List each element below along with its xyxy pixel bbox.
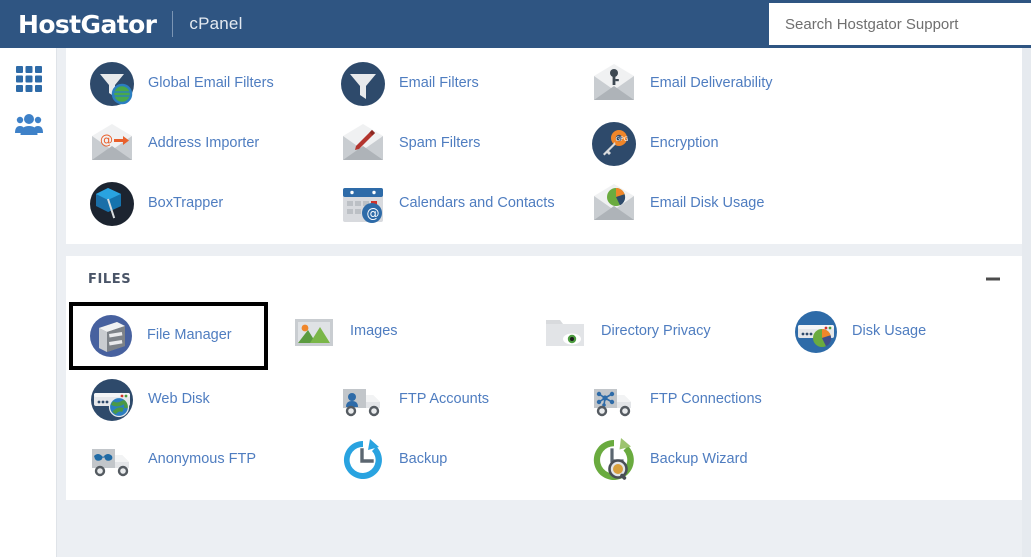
svg-text:@: @	[100, 133, 113, 148]
page-scrollbar-track[interactable]	[1022, 48, 1031, 557]
app-tile-label: Backup	[399, 451, 448, 468]
app-tile-label: Encryption	[650, 135, 719, 152]
email-disk-usage-icon	[590, 180, 638, 228]
app-tile-anonymous-ftp[interactable]: Anonymous FTP	[66, 430, 317, 490]
app-tile-label: Email Deliverability	[650, 75, 773, 92]
apps-grid-icon	[15, 65, 42, 97]
app-tile-label: Email Disk Usage	[650, 195, 765, 212]
file-manager-icon	[87, 312, 135, 360]
address-importer-icon: @	[88, 120, 136, 168]
app-tile-label: Backup Wizard	[650, 451, 748, 468]
ftp-accounts-icon	[339, 376, 387, 424]
sidebar-item-apps[interactable]	[0, 58, 57, 104]
app-tile-label: Images	[350, 323, 398, 340]
app-tile-email-deliverability[interactable]: Email Deliverability	[568, 54, 819, 114]
web-disk-icon	[88, 376, 136, 424]
app-tile-ftp-connections[interactable]: FTP Connections	[568, 370, 819, 430]
app-tile-label: Address Importer	[148, 135, 260, 152]
directory-privacy-icon	[541, 308, 589, 356]
app-tile-web-disk[interactable]: Web Disk	[66, 370, 317, 430]
app-tile-label: Spam Filters	[399, 135, 481, 152]
app-tile-spam-filters[interactable]: Spam Filters	[317, 114, 568, 174]
search-input[interactable]	[769, 3, 1031, 45]
section-card-files: FILES File Manager Images Directory Priv…	[66, 256, 1022, 500]
app-tile-email-filters[interactable]: Email Filters	[317, 54, 568, 114]
brand-subtitle: cPanel	[189, 14, 243, 33]
section-card-email: Global Email Filters Email Filters Email…	[66, 48, 1022, 244]
brand-divider	[172, 11, 174, 37]
global-email-filters-icon	[88, 60, 136, 108]
section-title: FILES	[88, 271, 132, 287]
app-tile-label: FTP Connections	[650, 391, 762, 408]
collapse-section-button[interactable]	[986, 277, 1000, 281]
app-tile-label: FTP Accounts	[399, 391, 489, 408]
app-tile-email-disk-usage[interactable]: Email Disk Usage	[568, 174, 819, 234]
app-tile-label: Global Email Filters	[148, 75, 274, 92]
calendars-contacts-icon: @	[339, 180, 387, 228]
boxtrapper-icon	[88, 180, 136, 228]
app-header: HostGator cPanel	[0, 0, 1031, 48]
email-deliverability-icon	[590, 60, 638, 108]
email-filters-icon	[339, 60, 387, 108]
images-icon	[290, 308, 338, 356]
backup-icon	[339, 436, 387, 484]
app-tile-label: BoxTrapper	[148, 195, 224, 212]
app-tile-backup[interactable]: Backup	[317, 430, 568, 490]
app-tile-label: Directory Privacy	[601, 323, 711, 340]
app-tile-label: Disk Usage	[852, 323, 927, 340]
app-tile-encryption[interactable]: GPG Encryption	[568, 114, 819, 174]
user-manager-icon	[14, 113, 43, 142]
app-tile-images[interactable]: Images	[268, 302, 519, 362]
icon-grid-files: File Manager Images Directory Privacy Di…	[66, 302, 1022, 500]
brand-area[interactable]: HostGator cPanel	[0, 10, 243, 39]
app-tile-address-importer[interactable]: @ Address Importer	[66, 114, 317, 174]
anonymous-ftp-icon	[88, 436, 136, 484]
app-tile-directory-privacy[interactable]: Directory Privacy	[519, 302, 770, 362]
svg-text:GPG: GPG	[616, 136, 629, 143]
app-tile-label: Email Filters	[399, 75, 479, 92]
sidebar-item-user-manager[interactable]	[0, 104, 57, 150]
app-tile-ftp-accounts[interactable]: FTP Accounts	[317, 370, 568, 430]
brand-logo: HostGator	[18, 9, 157, 39]
app-tile-global-email-filters[interactable]: Global Email Filters	[66, 54, 317, 114]
app-tile-backup-wizard[interactable]: Backup Wizard	[568, 430, 819, 490]
svg-text:@: @	[367, 207, 380, 222]
app-tile-calendars-and-contacts[interactable]: @ Calendars and Contacts	[317, 174, 568, 234]
app-tile-label: Web Disk	[148, 391, 210, 408]
app-tile-disk-usage[interactable]: Disk Usage	[770, 302, 1021, 362]
main-content: Global Email Filters Email Filters Email…	[57, 48, 1031, 557]
icon-grid-email: Global Email Filters Email Filters Email…	[66, 54, 1022, 244]
section-header-files: FILES	[66, 256, 1022, 302]
app-tile-label: Calendars and Contacts	[399, 195, 555, 212]
app-tile-label: Anonymous FTP	[148, 451, 256, 468]
app-tile-file-manager[interactable]: File Manager	[69, 302, 268, 370]
app-tile-label: File Manager	[147, 327, 232, 344]
disk-usage-icon	[792, 308, 840, 356]
backup-wizard-icon	[590, 436, 638, 484]
encryption-icon: GPG	[590, 120, 638, 168]
spam-filters-icon	[339, 120, 387, 168]
ftp-connections-icon	[590, 376, 638, 424]
app-tile-boxtrapper[interactable]: BoxTrapper	[66, 174, 317, 234]
left-rail	[0, 48, 57, 557]
